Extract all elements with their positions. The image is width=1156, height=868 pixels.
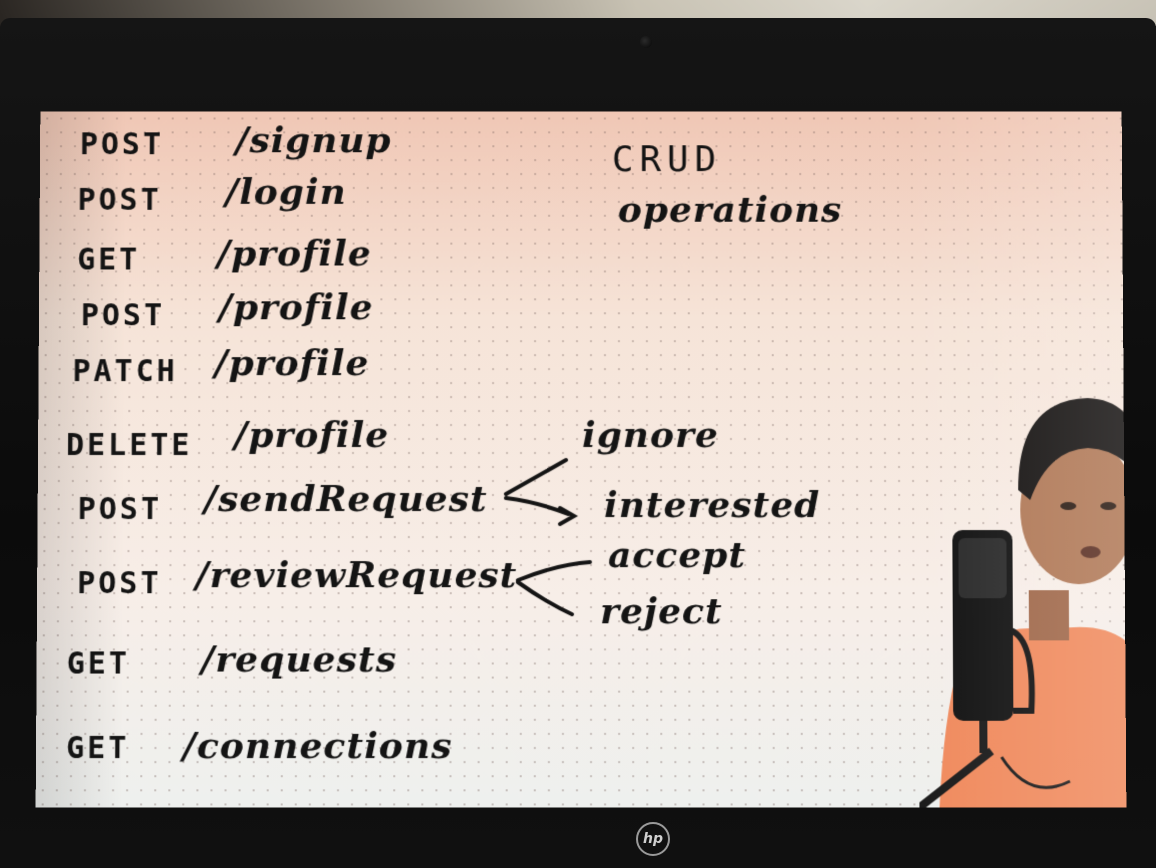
arrow-to-ignore	[506, 460, 566, 494]
arrow-head-interested	[560, 508, 574, 524]
presenter-video	[918, 380, 1127, 807]
arrow-to-interested	[506, 498, 568, 514]
webcam-icon	[640, 36, 652, 48]
whiteboard-screen: POST /signup POST /login GET /profile PO…	[36, 112, 1127, 808]
photo-scene: POST /signup POST /login GET /profile PO…	[0, 0, 1156, 868]
hp-logo-icon: hp	[636, 822, 670, 856]
arrow-to-accept	[518, 562, 590, 580]
arrow-to-reject	[518, 582, 572, 614]
